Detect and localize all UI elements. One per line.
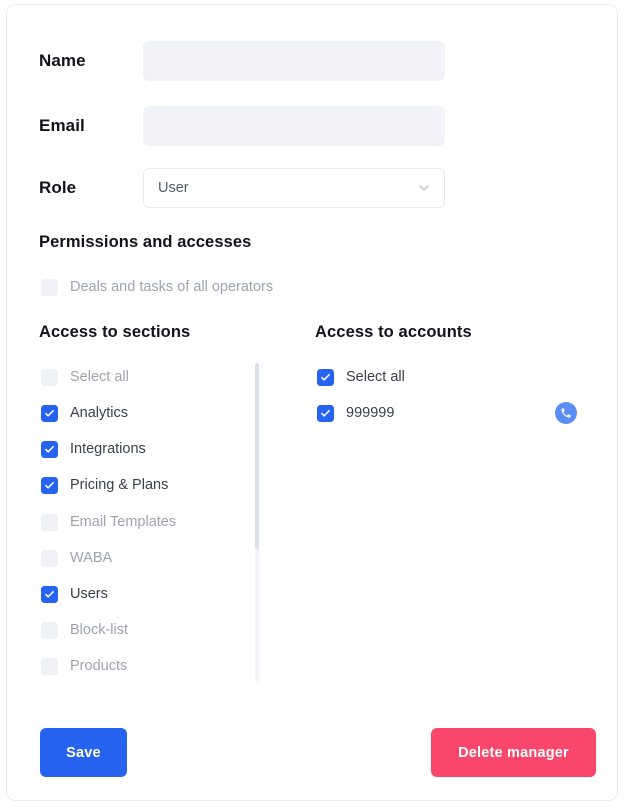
checkbox-row-email-templates[interactable]: Email Templates (41, 511, 176, 533)
role-label: Role (39, 178, 76, 198)
checkbox-users[interactable] (41, 586, 58, 603)
email-label: Email (39, 116, 85, 136)
checkbox-waba[interactable] (41, 550, 58, 567)
delete-manager-button[interactable]: Delete manager (431, 728, 596, 777)
checkbox-label: Select all (70, 369, 129, 385)
email-input[interactable] (143, 106, 445, 146)
checkbox-label: Integrations (70, 441, 146, 457)
form-row-name: Name (7, 41, 617, 81)
checkbox-analytics[interactable] (41, 405, 58, 422)
checkbox-label: Users (70, 586, 108, 602)
check-icon (44, 408, 55, 419)
check-icon (44, 480, 55, 491)
form-row-email: Email (7, 106, 617, 146)
checkbox-pricing-and-plans[interactable] (41, 477, 58, 494)
role-selected-value: User (158, 180, 416, 196)
checkbox-row-integrations[interactable]: Integrations (41, 438, 146, 460)
checkbox-row-products[interactable]: Products (41, 655, 127, 677)
checkbox-deals-and-tasks[interactable] (41, 279, 58, 296)
role-select[interactable]: User (143, 168, 445, 208)
checkbox-row-pricing-and-plans[interactable]: Pricing & Plans (41, 474, 168, 496)
check-icon (320, 372, 331, 383)
name-label: Name (39, 51, 86, 71)
check-icon (44, 444, 55, 455)
checkbox-account-999999[interactable] (317, 405, 334, 422)
manager-edit-card: Name Email Role User Permissions and acc… (6, 4, 618, 801)
checkbox-row-select-all-accounts[interactable]: Select all (317, 366, 405, 388)
save-button[interactable]: Save (40, 728, 127, 777)
checkbox-row-analytics[interactable]: Analytics (41, 402, 128, 424)
checkbox-label: Analytics (70, 405, 128, 421)
chevron-down-icon (416, 180, 432, 196)
form-row-role: Role User (7, 168, 617, 208)
name-input[interactable] (143, 41, 445, 81)
checkbox-block-list[interactable] (41, 622, 58, 639)
checkbox-label: WABA (70, 550, 112, 566)
checkbox-label: Products (70, 658, 127, 674)
check-icon (320, 408, 331, 419)
checkbox-row-waba[interactable]: WABA (41, 547, 112, 569)
checkbox-row-select-all-sections[interactable]: Select all (41, 366, 129, 388)
checkbox-row-block-list[interactable]: Block-list (41, 619, 128, 641)
checkbox-email-templates[interactable] (41, 514, 58, 531)
phone-call-icon (555, 402, 577, 424)
checkbox-label: Pricing & Plans (70, 477, 168, 493)
checkbox-products[interactable] (41, 658, 58, 675)
sections-scrollbar[interactable] (255, 363, 259, 683)
checkbox-row-users[interactable]: Users (41, 583, 108, 605)
checkbox-label: Email Templates (70, 514, 176, 530)
permissions-heading: Permissions and accesses (39, 233, 251, 252)
checkbox-label: 999999 (346, 405, 394, 421)
sections-scrollbar-thumb[interactable] (255, 363, 259, 549)
check-icon (44, 589, 55, 600)
checkbox-row-deals-and-tasks[interactable]: Deals and tasks of all operators (41, 276, 273, 298)
checkbox-label: Select all (346, 369, 405, 385)
accounts-heading: Access to accounts (315, 323, 472, 342)
checkbox-select-all-accounts[interactable] (317, 369, 334, 386)
checkbox-label: Block-list (70, 622, 128, 638)
checkbox-row-account-999999[interactable]: 999999 (317, 402, 394, 424)
checkbox-label: Deals and tasks of all operators (70, 279, 273, 295)
sections-heading: Access to sections (39, 323, 190, 342)
checkbox-integrations[interactable] (41, 441, 58, 458)
checkbox-select-all-sections[interactable] (41, 369, 58, 386)
